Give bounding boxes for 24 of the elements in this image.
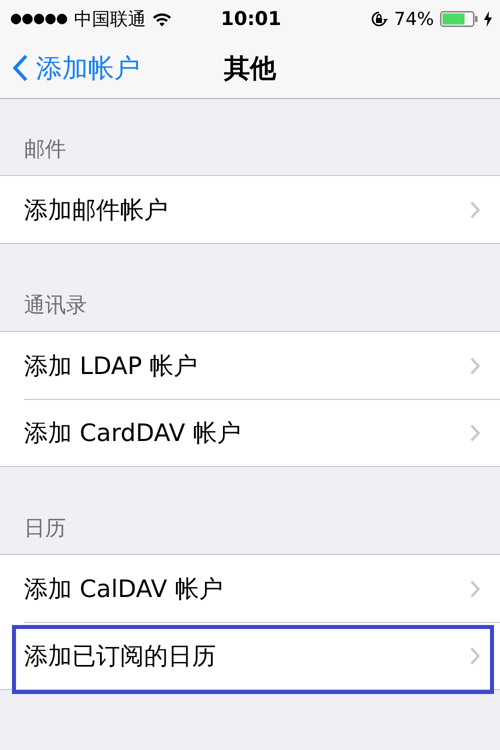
section-header: 日历	[24, 515, 66, 542]
section-header: 通讯录	[24, 292, 87, 319]
back-button[interactable]: 添加帐户	[0, 50, 140, 86]
list-row[interactable]: 添加 CalDAV 帐户	[0, 555, 500, 622]
chevron-icon	[470, 580, 480, 598]
chevron-icon	[470, 356, 480, 374]
chevron-icon	[470, 200, 480, 218]
carrier-name: 中国联通	[74, 8, 146, 31]
signal-icon	[10, 13, 68, 25]
rotation-lock-icon	[370, 10, 388, 28]
back-chevron-icon	[12, 54, 28, 82]
list-row[interactable]: 添加已订阅的日历	[0, 622, 500, 689]
wifi-icon	[152, 12, 172, 26]
section-header: 邮件	[24, 136, 66, 163]
list-row[interactable]: 添加 LDAP 帐户	[0, 332, 500, 399]
charging-icon	[484, 11, 492, 27]
list-row[interactable]: 添加邮件帐户	[0, 176, 500, 243]
nav-title: 其他	[224, 54, 276, 84]
list-row[interactable]: 添加 CardDAV 帐户	[0, 399, 500, 466]
battery-percent: 74%	[394, 8, 434, 30]
battery-icon	[440, 11, 478, 27]
status-time: 10:01	[220, 8, 282, 30]
chevron-icon	[470, 424, 480, 442]
chevron-icon	[470, 646, 480, 664]
